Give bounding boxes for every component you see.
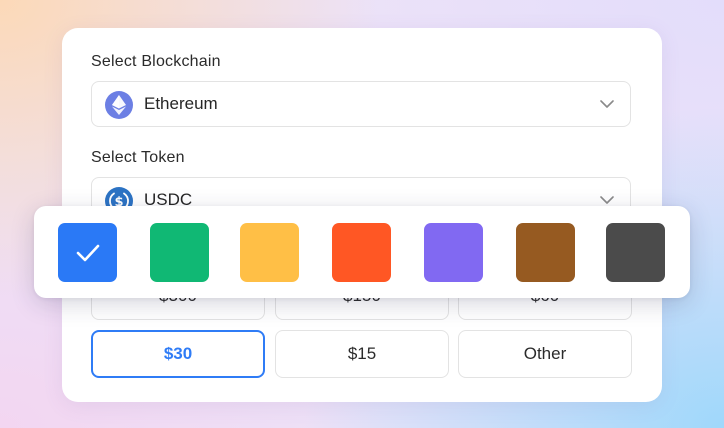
blockchain-select[interactable]: Ethereum	[91, 81, 631, 127]
color-swatch-green[interactable]	[150, 223, 209, 282]
color-swatch-blue[interactable]	[58, 223, 117, 282]
checkmark-icon	[76, 244, 99, 261]
blockchain-value: Ethereum	[144, 94, 218, 113]
amount-button-other[interactable]: Other	[458, 330, 632, 378]
chevron-down-icon	[600, 196, 614, 204]
color-swatch-yellow[interactable]	[240, 223, 299, 282]
chevron-down-icon	[600, 100, 614, 108]
color-swatch-purple[interactable]	[424, 223, 483, 282]
color-swatch-gray[interactable]	[606, 223, 665, 282]
ethereum-icon	[105, 91, 133, 119]
color-swatch-brown[interactable]	[516, 223, 575, 282]
color-picker-popover	[34, 206, 690, 298]
amount-button-30[interactable]: $30	[91, 330, 265, 378]
color-swatch-orange[interactable]	[332, 223, 391, 282]
token-label: Select Token	[91, 149, 185, 166]
amount-button-15[interactable]: $15	[275, 330, 449, 378]
blockchain-label: Select Blockchain	[91, 53, 221, 70]
